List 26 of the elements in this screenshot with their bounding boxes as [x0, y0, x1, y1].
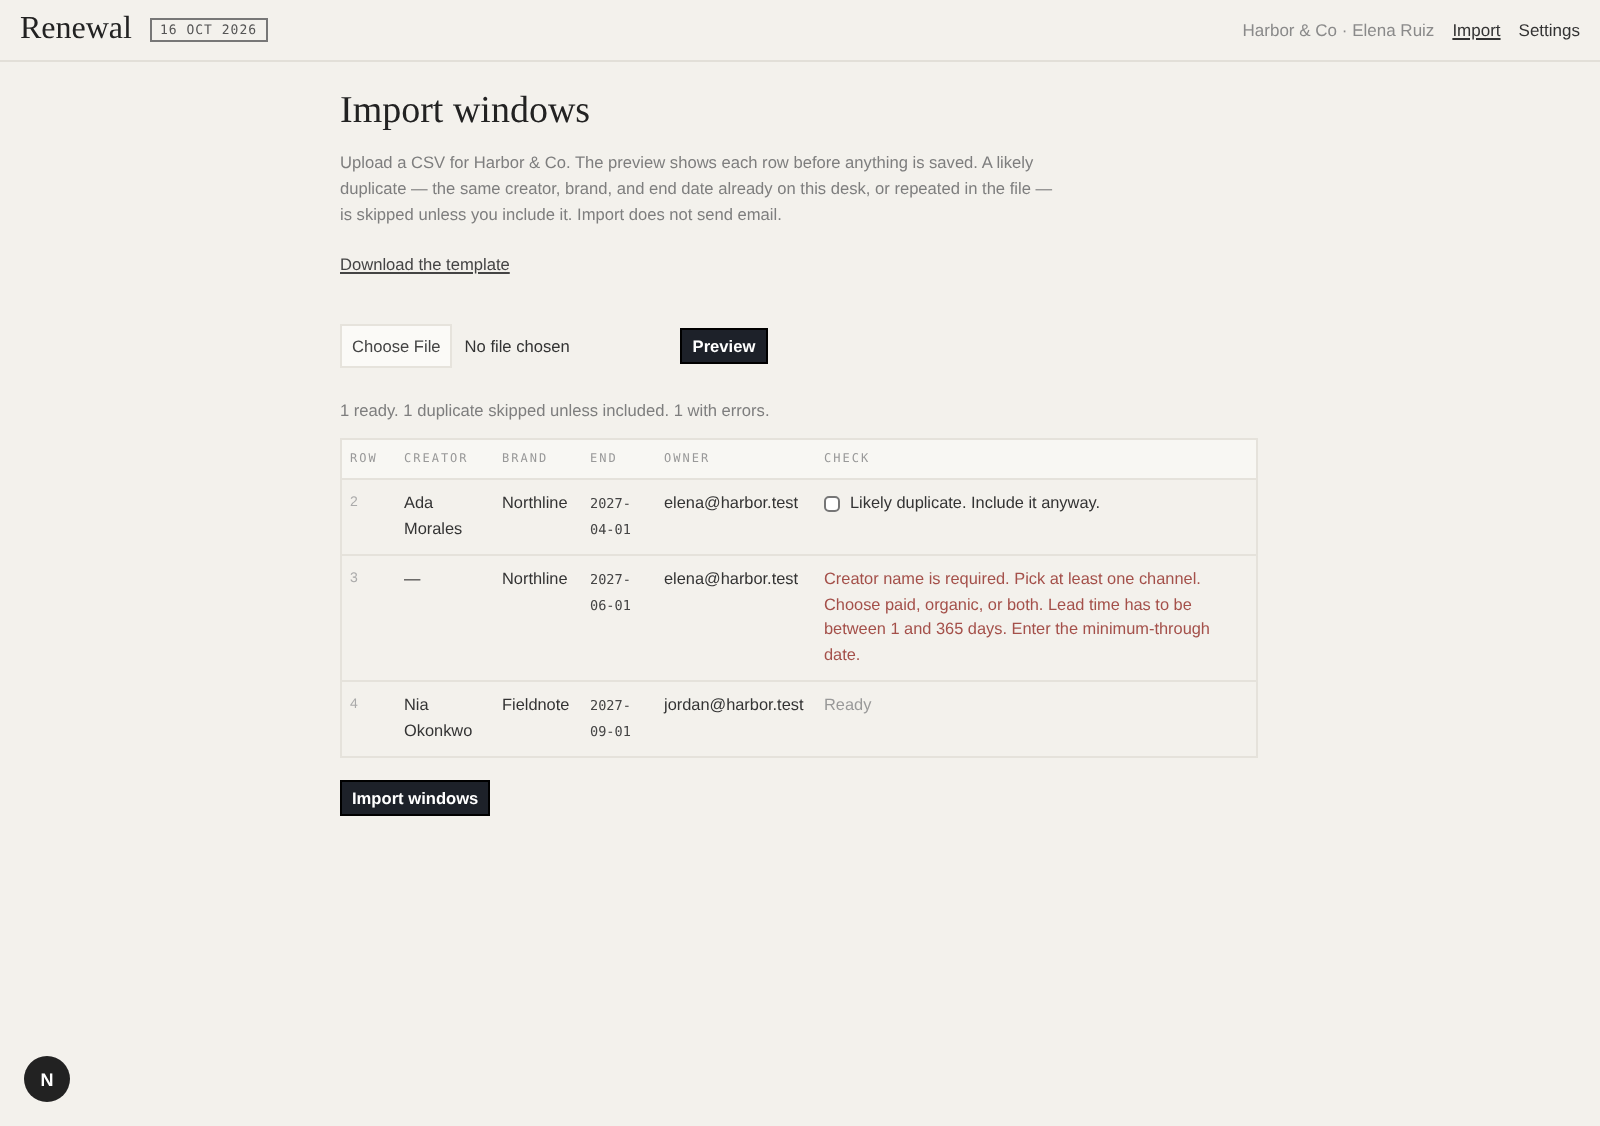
checkbox[interactable]	[824, 496, 840, 512]
preview-button[interactable]: Preview	[680, 328, 768, 364]
template-link[interactable]: Download the template	[340, 254, 510, 274]
page-title: Import windows	[340, 90, 593, 134]
table-cell: Northline	[494, 555, 582, 681]
choose-file-button[interactable]: Choose File	[340, 324, 453, 368]
import-button[interactable]: Import windows	[340, 780, 491, 816]
status-text: Ready	[824, 696, 872, 714]
table-cell: Fieldnote	[494, 681, 582, 757]
dev-badge[interactable]: N	[24, 1056, 70, 1102]
table-cell: Northline	[494, 479, 582, 555]
table-cell: —	[396, 555, 494, 681]
account-name: Harbor & Co · Elena Ruiz	[1242, 20, 1435, 40]
table-cell: Nia Okonkwo	[396, 681, 494, 757]
checkbox-label: Likely duplicate. Include it anyway.	[850, 492, 1101, 516]
error-message: Creator name is required. Pick at least one channel. Choose paid, organic, or both. Lead time has to be between 1 and 365 days. Enter the minimum-through date.	[824, 570, 1210, 663]
intro-text: Upload a CSV for Harbor & Co. The preview shows each row before anything is saved. A likely duplicate — the same creator, brand, and end date already on this desk, or repeated in the file — is skipped unless you include it. Import does not send email.	[340, 150, 1055, 228]
summary-text: 1 ready. 1 duplicate skipped unless included. 1 with errors.	[340, 400, 772, 420]
app-name: Renewal	[20, 12, 132, 48]
table-cell: elena@harbor.test	[656, 479, 816, 555]
file-status: No file chosen	[464, 336, 572, 356]
nav-link[interactable]: Settings	[1518, 20, 1580, 40]
table-cell: elena@harbor.test	[656, 555, 816, 681]
table-cell: jordan@harbor.test	[656, 681, 816, 757]
table-cell: Ada Morales	[396, 479, 494, 555]
nav-link[interactable]: Import	[1452, 20, 1501, 40]
